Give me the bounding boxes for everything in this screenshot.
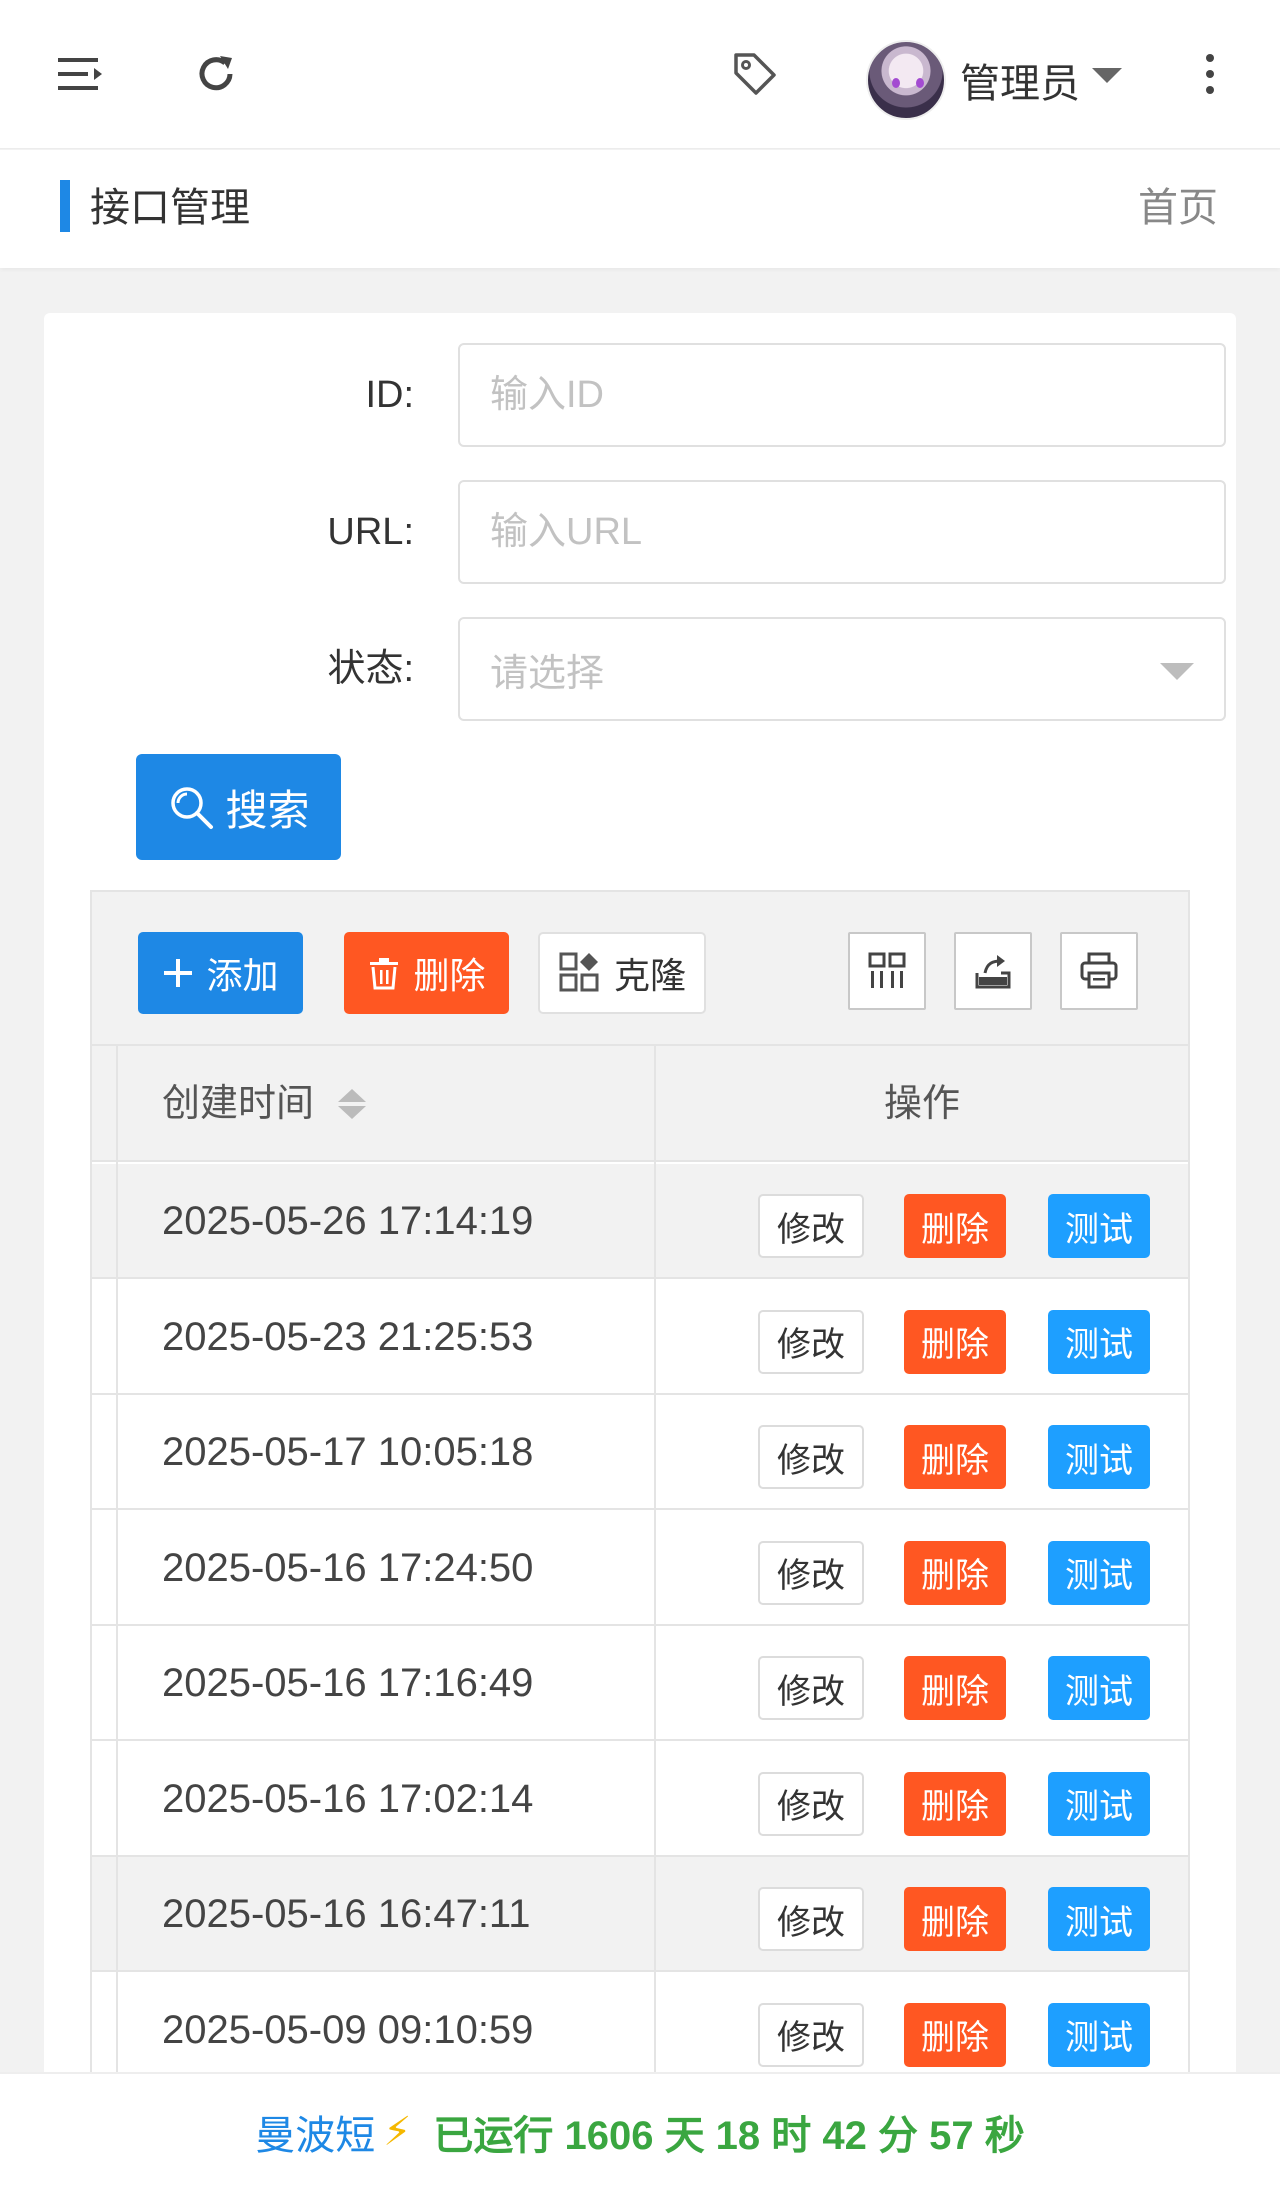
test-button[interactable]: 测试 (1048, 1887, 1150, 1951)
clone-button-label: 克隆 (613, 955, 686, 996)
table-row: 2025-05-16 16:47:11 修改 删除 测试 (92, 1857, 1188, 1972)
menu-toggle-icon[interactable] (50, 44, 110, 104)
edit-button[interactable]: 修改 (758, 2002, 864, 2067)
status-select[interactable]: 请选择 (458, 617, 1226, 721)
created-time-cell: 2025-05-16 17:16:49 (162, 1661, 534, 1705)
plus-icon (164, 959, 193, 987)
clone-icon (559, 952, 599, 992)
sort-icon[interactable] (338, 1089, 367, 1119)
delete-button[interactable]: 删除 (904, 1656, 1006, 1720)
edit-button[interactable]: 修改 (758, 1425, 864, 1489)
breadcrumb-accent (60, 180, 70, 232)
footer: 曼波短 ⚡ 已运行 1606 天 18 时 42 分 57 秒 (0, 2072, 1280, 2190)
chevron-down-icon (1092, 67, 1122, 83)
edit-button[interactable]: 修改 (758, 1194, 864, 1258)
row-select-cell[interactable] (92, 1164, 116, 1277)
edit-button[interactable]: 修改 (758, 1540, 864, 1605)
username: 管理员 (960, 62, 1080, 106)
data-table: 添加 删除 克隆 创建时间 操作 2025-05-26 17:14:19 修改 … (90, 890, 1190, 2190)
edit-button[interactable]: 修改 (758, 1887, 864, 1951)
row-select-cell[interactable] (92, 1742, 116, 1855)
id-input[interactable] (458, 343, 1226, 447)
table-row: 2025-05-09 09:10:59 修改 删除 测试 (92, 1972, 1188, 2088)
delete-button[interactable]: 删除 (904, 2002, 1006, 2067)
id-label: ID: (365, 374, 414, 416)
tag-icon[interactable] (725, 44, 785, 104)
table-row: 2025-05-16 17:02:14 修改 删除 测试 (92, 1741, 1188, 1857)
table-header: 创建时间 操作 (92, 1046, 1188, 1162)
search-button[interactable]: 搜索 (136, 754, 341, 860)
edit-button[interactable]: 修改 (758, 1771, 864, 1836)
test-button[interactable]: 测试 (1048, 1540, 1150, 1605)
created-time-cell: 2025-05-26 17:14:19 (162, 1199, 534, 1243)
created-time-cell: 2025-05-16 17:24:50 (162, 1545, 534, 1590)
column-header-actions: 操作 (883, 1083, 960, 1125)
test-button[interactable]: 测试 (1048, 1656, 1150, 1720)
print-icon[interactable] (1060, 932, 1138, 1010)
add-button-label: 添加 (206, 955, 279, 996)
row-select-cell[interactable] (92, 1280, 116, 1393)
created-time-cell: 2025-05-16 16:47:11 (162, 1892, 531, 1936)
url-input[interactable] (458, 480, 1226, 584)
test-button[interactable]: 测试 (1048, 2002, 1150, 2067)
refresh-icon[interactable] (186, 44, 246, 104)
row-select-cell[interactable] (92, 1626, 116, 1739)
delete-button[interactable]: 删除 (904, 1425, 1006, 1489)
search-icon (171, 787, 214, 829)
table-toolbar: 添加 删除 克隆 (92, 892, 1188, 1046)
more-vertical-icon[interactable] (1190, 44, 1230, 104)
trash-icon (370, 958, 399, 990)
page-title: 接口管理 (90, 186, 250, 230)
test-button[interactable]: 测试 (1048, 1194, 1150, 1258)
user-menu[interactable]: 管理员 (866, 38, 1122, 122)
delete-button[interactable]: 删除 (904, 1887, 1006, 1951)
test-button[interactable]: 测试 (1048, 1425, 1150, 1489)
status-select-placeholder: 请选择 (490, 652, 605, 695)
row-select-cell[interactable] (92, 1857, 116, 1970)
columns-filter-icon[interactable] (848, 932, 926, 1010)
top-header: 管理员 (0, 0, 1280, 149)
batch-delete-button[interactable]: 删除 (344, 932, 509, 1014)
delete-button[interactable]: 删除 (904, 1309, 1006, 1374)
test-button[interactable]: 测试 (1048, 1771, 1150, 1836)
breadcrumb-home-link[interactable]: 首页 (1138, 182, 1218, 234)
table-row: 2025-05-26 17:14:19 修改 删除 测试 (92, 1164, 1188, 1279)
edit-button[interactable]: 修改 (758, 1309, 864, 1374)
delete-button[interactable]: 删除 (904, 1540, 1006, 1605)
table-row: 2025-05-23 21:25:53 修改 删除 测试 (92, 1279, 1188, 1395)
table-row: 2025-05-17 10:05:18 修改 删除 测试 (92, 1395, 1188, 1510)
created-time-cell: 2025-05-23 21:25:53 (162, 1314, 534, 1359)
created-time-cell: 2025-05-09 09:10:59 (162, 2007, 534, 2052)
row-select-cell[interactable] (92, 1973, 116, 2086)
delete-button[interactable]: 删除 (904, 1771, 1006, 1836)
batch-delete-label: 删除 (413, 955, 486, 996)
column-header-created-label: 创建时间 (162, 1083, 315, 1125)
column-header-created[interactable]: 创建时间 (162, 1046, 367, 1162)
status-label: 状态: (327, 648, 414, 690)
row-select-cell[interactable] (92, 1511, 116, 1624)
row-select-cell[interactable] (92, 1395, 116, 1508)
delete-button[interactable]: 删除 (904, 1194, 1006, 1258)
edit-button[interactable]: 修改 (758, 1656, 864, 1720)
lightning-icon: ⚡ (383, 2110, 412, 2154)
column-divider (654, 1046, 656, 2188)
add-button[interactable]: 添加 (138, 932, 303, 1014)
chevron-down-icon (1160, 663, 1194, 680)
clone-button[interactable]: 克隆 (538, 932, 706, 1014)
table-row: 2025-05-16 17:24:50 修改 删除 测试 (92, 1510, 1188, 1626)
export-icon[interactable] (954, 932, 1032, 1010)
test-button[interactable]: 测试 (1048, 1309, 1150, 1374)
footer-brand-link[interactable]: 曼波短 (255, 2103, 375, 2161)
avatar (866, 40, 946, 120)
created-time-cell: 2025-05-17 10:05:18 (162, 1430, 534, 1474)
uptime-text: 已运行 1606 天 18 时 42 分 57 秒 (433, 2114, 1025, 2158)
table-row: 2025-05-16 17:16:49 修改 删除 测试 (92, 1626, 1188, 1741)
column-divider (116, 1046, 118, 2188)
created-time-cell: 2025-05-16 17:02:14 (162, 1776, 534, 1821)
url-label: URL: (327, 511, 414, 553)
search-button-label: 搜索 (225, 786, 310, 834)
